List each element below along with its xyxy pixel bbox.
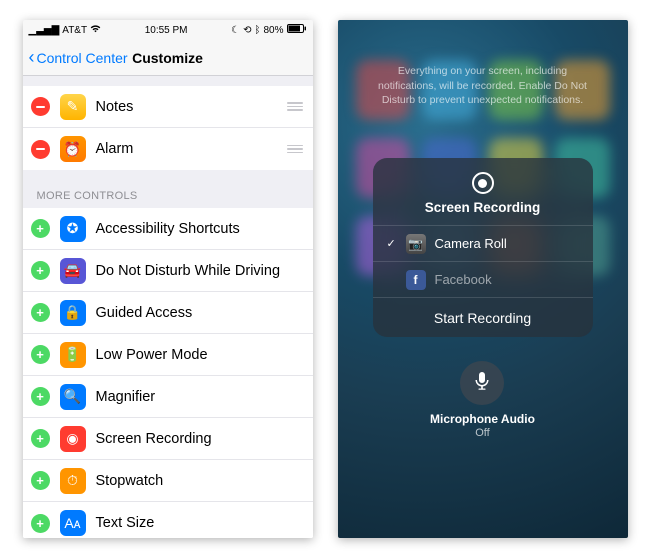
battery-icon [287, 24, 307, 36]
microphone-label: Microphone Audio [430, 412, 535, 426]
add-button[interactable] [31, 514, 50, 533]
row-text-size[interactable]: Aᴀ Text Size [23, 502, 313, 538]
status-bar: ▁▃▅▇ AT&T 10:55 PM ☾ ⟲ ᛒ 80% [23, 20, 313, 40]
record-target-icon [472, 172, 494, 194]
orientation-lock-icon: ⟲ [243, 25, 251, 36]
row-notes[interactable]: ✎ Notes [23, 86, 313, 128]
start-recording-label: Start Recording [434, 310, 531, 326]
add-button[interactable] [31, 219, 50, 238]
row-label: Low Power Mode [96, 347, 208, 363]
row-label: Magnifier [96, 389, 156, 405]
carrier-label: AT&T [62, 25, 87, 36]
add-button[interactable] [31, 345, 50, 364]
app-icon: 🚘 [60, 258, 86, 284]
row-label: Notes [96, 99, 134, 115]
chevron-left-icon: ‹ [29, 47, 35, 68]
more-controls-list: ✪ Accessibility Shortcuts 🚘 Do Not Disturb … [23, 208, 313, 538]
destination-app-icon: 📷 [406, 234, 426, 254]
add-button[interactable] [31, 303, 50, 322]
clock: 10:55 PM [145, 25, 188, 36]
row-alarm[interactable]: ⏰ Alarm [23, 128, 313, 170]
app-icon: 🔍 [60, 384, 86, 410]
back-label: Control Center [37, 50, 128, 66]
microphone-icon [474, 371, 490, 396]
add-button[interactable] [31, 429, 50, 448]
screenshot-left-customize-controls: ▁▃▅▇ AT&T 10:55 PM ☾ ⟲ ᛒ 80% ‹ Control C… [23, 20, 313, 538]
app-icon: ⏱ [60, 468, 86, 494]
screen-recording-panel: Screen Recording ✓📷Camera RollfFacebook … [373, 158, 593, 337]
row-magnifier[interactable]: 🔍 Magnifier [23, 376, 313, 418]
included-controls-list: ✎ Notes ⏰ Alarm [23, 86, 313, 170]
back-button[interactable]: ‹ Control Center [29, 47, 128, 68]
destination-label: Camera Roll [435, 236, 507, 251]
row-label: Stopwatch [96, 473, 164, 489]
dnd-moon-icon: ☾ [231, 25, 240, 36]
add-button[interactable] [31, 261, 50, 280]
recording-hint-text: Everything on your screen, including not… [338, 64, 628, 108]
remove-button[interactable] [31, 97, 50, 116]
destination-app-icon: f [406, 270, 426, 290]
row-screen-recording[interactable]: ◉ Screen Recording [23, 418, 313, 460]
wifi-icon [90, 24, 101, 36]
microphone-toggle[interactable] [460, 361, 504, 405]
row-label: Text Size [96, 515, 155, 531]
row-label: Do Not Disturb While Driving [96, 263, 281, 279]
app-icon: ⏰ [60, 136, 86, 162]
checkmark-icon: ✓ [387, 237, 397, 250]
row-label: Guided Access [96, 305, 193, 321]
battery-percent: 80% [263, 25, 283, 36]
more-controls-header: MORE CONTROLS [23, 170, 313, 208]
app-icon: 🔋 [60, 342, 86, 368]
add-button[interactable] [31, 387, 50, 406]
remove-button[interactable] [31, 140, 50, 159]
signal-bars-icon: ▁▃▅▇ [29, 25, 60, 36]
row-stopwatch[interactable]: ⏱ Stopwatch [23, 460, 313, 502]
destination-label: Facebook [435, 272, 492, 287]
app-icon: 🔒 [60, 300, 86, 326]
row-low-power[interactable]: 🔋 Low Power Mode [23, 334, 313, 376]
screenshot-right-screen-recording-prompt: Everything on your screen, including not… [338, 20, 628, 538]
panel-title: Screen Recording [425, 200, 541, 215]
row-label: Screen Recording [96, 431, 212, 447]
row-accessibility-shortcuts[interactable]: ✪ Accessibility Shortcuts [23, 208, 313, 250]
bluetooth-icon: ᛒ [254, 25, 260, 36]
row-label: Accessibility Shortcuts [96, 221, 240, 237]
drag-handle-icon[interactable] [287, 145, 303, 154]
app-icon: ✎ [60, 94, 86, 120]
row-label: Alarm [96, 141, 134, 157]
app-icon: Aᴀ [60, 510, 86, 536]
dest-facebook[interactable]: f Facebook [373, 261, 593, 297]
microphone-state: Off [475, 427, 489, 439]
start-recording-button[interactable]: Start Recording [373, 297, 593, 337]
nav-bar: ‹ Control Center Customize [23, 40, 313, 76]
app-icon: ◉ [60, 426, 86, 452]
page-title: Customize [132, 50, 203, 66]
app-icon: ✪ [60, 216, 86, 242]
row-dnd-driving[interactable]: 🚘 Do Not Disturb While Driving [23, 250, 313, 292]
dest-camera-roll[interactable]: ✓ 📷 Camera Roll [373, 225, 593, 261]
microphone-block: Microphone Audio Off [430, 361, 535, 439]
add-button[interactable] [31, 471, 50, 490]
row-guided-access[interactable]: 🔒 Guided Access [23, 292, 313, 334]
drag-handle-icon[interactable] [287, 102, 303, 111]
